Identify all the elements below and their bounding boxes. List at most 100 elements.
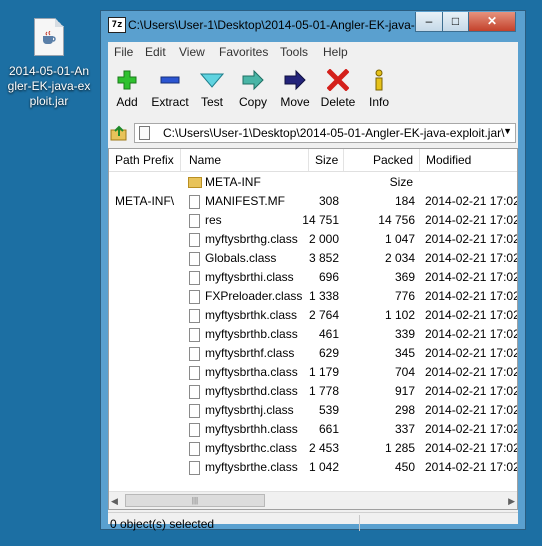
table-row[interactable]: myftysbrthc.class 2 453 1 285 2014-02-21 17… bbox=[109, 439, 517, 458]
table-row[interactable]: myftysbrthf.class 629 345 2014-02-21 17:02 bbox=[109, 344, 517, 363]
column-packed-size[interactable]: Packed Size bbox=[344, 149, 420, 189]
cell-modified: 2014-02-21 17:02 bbox=[425, 308, 518, 322]
menu-tools[interactable]: Tools bbox=[280, 45, 308, 59]
table-row[interactable]: FXPreloader.class 1 338 776 2014-02-21 17:0… bbox=[109, 287, 518, 306]
up-folder-button[interactable] bbox=[110, 124, 128, 142]
scroll-right-icon[interactable]: ▶ bbox=[508, 496, 515, 507]
cell-size: 1 042 bbox=[308, 460, 339, 474]
menu-help[interactable]: Help bbox=[323, 45, 348, 59]
menu-favorites[interactable]: Favorites bbox=[219, 45, 268, 59]
file-icon bbox=[189, 233, 200, 247]
file-icon bbox=[189, 347, 200, 361]
table-row[interactable]: myftysbrthb.class 461 339 2014-02-21 17:02 bbox=[109, 325, 517, 344]
file-icon bbox=[189, 385, 200, 399]
address-bar: C:\Users\User-1\Desktop\2014-05-01-Angle… bbox=[108, 120, 518, 146]
minimize-button[interactable]: – bbox=[415, 12, 443, 32]
column-size[interactable]: Size bbox=[309, 149, 344, 171]
menu-bar: File Edit View Favorites Tools Help bbox=[108, 42, 518, 62]
menu-edit[interactable]: Edit bbox=[145, 45, 166, 59]
cell-name: myftysbrthc.class bbox=[205, 441, 298, 455]
cell-name: myftysbrthi.class bbox=[205, 270, 294, 284]
table-row[interactable]: myftysbrthi.class 696 369 2014-02-21 17:02 bbox=[109, 268, 517, 287]
table-row[interactable]: Globals.class 3 852 2 034 2014-02-21 17:02 bbox=[109, 249, 518, 268]
cell-name: MANIFEST.MF bbox=[205, 194, 285, 208]
copy-label: Copy bbox=[238, 95, 267, 109]
cell-modified: 2014-02-21 17:02 bbox=[425, 289, 518, 303]
window-client: File Edit View Favorites Tools Help Add … bbox=[108, 42, 518, 531]
file-icon bbox=[189, 271, 200, 285]
table-row[interactable]: myftysbrthe.class 1 042 450 2014-02-21 17:0… bbox=[109, 458, 518, 477]
column-path-prefix[interactable]: Path Prefix bbox=[109, 149, 181, 171]
table-row[interactable]: myftysbrtha.class 1 179 704 2014-02-21 17:0… bbox=[109, 363, 518, 382]
file-icon bbox=[189, 366, 200, 380]
menu-file[interactable]: File bbox=[114, 45, 133, 59]
address-path: C:\Users\User-1\Desktop\2014-05-01-Angle… bbox=[163, 126, 505, 140]
cell-packed-size: 339 bbox=[394, 327, 415, 341]
delete-button[interactable]: Delete bbox=[320, 67, 356, 109]
cell-modified: 2014-02-21 17:02 bbox=[425, 384, 518, 398]
cell-modified: 2014-02-21 17:02 bbox=[425, 232, 518, 246]
maximize-button[interactable]: □ bbox=[442, 12, 469, 32]
file-icon bbox=[189, 404, 200, 418]
cell-packed-size: 369 bbox=[394, 270, 415, 284]
table-row[interactable]: myftysbrthh.class 661 337 2014-02-21 17:02 bbox=[109, 420, 517, 439]
7zip-app-icon: 7z bbox=[108, 17, 126, 33]
file-icon bbox=[189, 328, 200, 342]
cell-size: 629 bbox=[318, 346, 339, 360]
file-icon bbox=[189, 423, 200, 437]
table-row[interactable]: res 14 751 14 756 2014-02-21 17:02 bbox=[109, 211, 518, 230]
cell-packed-size: 345 bbox=[394, 346, 415, 360]
delete-x-icon bbox=[320, 67, 356, 93]
chevron-down-icon[interactable]: ▼ bbox=[503, 126, 512, 136]
title-bar[interactable]: 7z C:\Users\User-1\Desktop\2014-05-01-An… bbox=[101, 11, 525, 41]
cell-name: myftysbrthh.class bbox=[205, 422, 298, 436]
column-modified[interactable]: Modified bbox=[420, 149, 517, 171]
horizontal-scrollbar[interactable]: ◀ ||| ▶ bbox=[109, 491, 517, 509]
add-button[interactable]: Add bbox=[114, 67, 140, 109]
copy-arrow-icon bbox=[238, 67, 268, 93]
cell-modified: 2014-02-21 17:02 bbox=[425, 213, 518, 227]
cell-packed-size: 917 bbox=[394, 384, 415, 398]
copy-button[interactable]: Copy bbox=[238, 67, 268, 109]
cell-name: myftysbrthg.class bbox=[205, 232, 298, 246]
cell-modified: 2014-02-21 17:02 bbox=[425, 365, 518, 379]
scroll-thumb[interactable]: ||| bbox=[125, 494, 265, 507]
plus-icon bbox=[114, 67, 140, 93]
move-button[interactable]: Move bbox=[279, 67, 311, 109]
info-button[interactable]: Info bbox=[366, 67, 392, 109]
cell-size: 1 338 bbox=[308, 289, 339, 303]
table-row[interactable]: myftysbrthd.class 1 778 917 2014-02-21 17:0… bbox=[109, 382, 518, 401]
cell-packed-size: 1 285 bbox=[384, 441, 415, 455]
menu-view[interactable]: View bbox=[179, 45, 205, 59]
cell-modified: 2014-02-21 17:02 bbox=[425, 460, 518, 474]
cell-size: 2 453 bbox=[308, 441, 339, 455]
file-list[interactable]: Path Prefix Name Size Packed Size Modifi… bbox=[108, 148, 518, 510]
close-button[interactable]: ✕ bbox=[468, 12, 516, 32]
table-row[interactable]: myftysbrthj.class 539 298 2014-02-21 17:02 bbox=[109, 401, 517, 420]
table-row[interactable]: myftysbrthg.class 2 000 1 047 2014-02-21 17… bbox=[109, 230, 518, 249]
table-row[interactable]: META-INF\ MANIFEST.MF 308 184 2014-02-21 17:… bbox=[109, 192, 518, 211]
desktop-jar-file[interactable]: 2014-05-01-Angler-EK-java-exploit.jar bbox=[6, 18, 92, 109]
folder-icon bbox=[188, 177, 202, 188]
list-header: Path Prefix Name Size Packed Size Modifi… bbox=[109, 149, 517, 189]
cell-name: res bbox=[205, 213, 222, 227]
table-row[interactable]: myftysbrthk.class 2 764 1 102 2014-02-21 17… bbox=[109, 306, 518, 325]
cell-name: Globals.class bbox=[205, 251, 277, 265]
toolbar: Add Extract Test Copy Move Delete Info bbox=[108, 63, 518, 119]
cell-size: 14 751 bbox=[302, 213, 339, 227]
archive-file-icon bbox=[139, 126, 150, 140]
scroll-left-icon[interactable]: ◀ bbox=[111, 496, 118, 507]
address-combobox[interactable]: C:\Users\User-1\Desktop\2014-05-01-Angle… bbox=[134, 123, 516, 143]
status-bar: 0 object(s) selected bbox=[108, 512, 518, 533]
cell-packed-size: 704 bbox=[394, 365, 415, 379]
cell-name: META-INF bbox=[205, 175, 261, 189]
extract-button[interactable]: Extract bbox=[150, 67, 190, 109]
table-row[interactable]: META-INF bbox=[109, 173, 517, 192]
archive-window: 7z C:\Users\User-1\Desktop\2014-05-01-An… bbox=[100, 10, 526, 531]
cell-modified: 2014-02-21 17:02 bbox=[425, 194, 518, 208]
column-name[interactable]: Name bbox=[181, 149, 309, 171]
cell-modified: 2014-02-21 17:02 bbox=[425, 251, 518, 265]
test-button[interactable]: Test bbox=[199, 67, 225, 109]
java-jar-icon bbox=[34, 18, 64, 56]
cell-name: myftysbrthe.class bbox=[205, 460, 298, 474]
